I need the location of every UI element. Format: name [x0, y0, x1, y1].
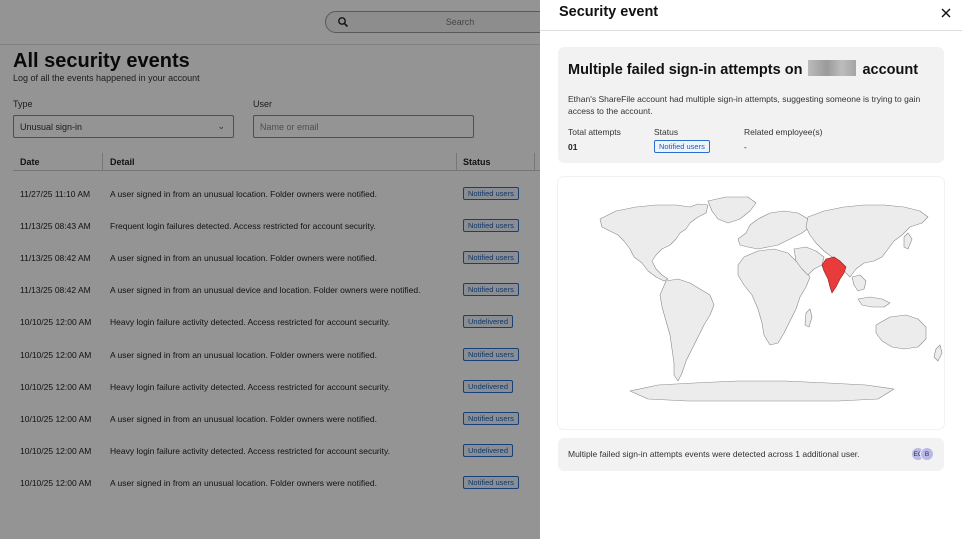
avatar-group[interactable]: EC B	[911, 447, 935, 461]
europe	[737, 210, 811, 250]
new-zealand	[933, 344, 943, 362]
modal-overlay[interactable]	[0, 0, 540, 539]
australia	[875, 314, 927, 350]
world-map-card	[558, 177, 944, 429]
avatar: B	[920, 447, 934, 461]
redacted-account-name	[808, 60, 857, 76]
footer-message: Multiple failed sign-in attempts events …	[568, 449, 860, 459]
related-employees-label: Related employee(s)	[744, 127, 823, 137]
close-icon[interactable]	[940, 7, 952, 19]
status-badge: Notified users	[654, 140, 710, 153]
event-description: Ethan's ShareFile account had multiple s…	[568, 94, 921, 116]
event-heading: Multiple failed sign-in attempts on acco…	[568, 60, 918, 78]
panel-divider	[540, 30, 962, 31]
north-america	[599, 203, 709, 282]
indonesia	[857, 296, 891, 308]
madagascar	[804, 308, 813, 328]
total-attempts-label: Total attempts	[568, 127, 621, 137]
event-heading-suffix: account	[862, 62, 919, 78]
southeast-asia	[851, 274, 867, 292]
greenland	[707, 196, 757, 224]
world-map	[599, 196, 943, 402]
antarctica	[629, 380, 895, 402]
total-attempts-value: 01	[568, 142, 578, 152]
event-summary-card: Multiple failed sign-in attempts on acco…	[558, 47, 944, 163]
security-event-panel: Security event Multiple failed sign-in a…	[540, 0, 962, 539]
south-america	[659, 278, 715, 382]
panel-title: Security event	[559, 4, 659, 20]
event-heading-prefix: Multiple failed sign-in attempts on	[568, 62, 803, 78]
additional-users-card[interactable]: Multiple failed sign-in attempts events …	[558, 438, 944, 471]
status-label: Status	[654, 127, 679, 137]
japan	[903, 232, 913, 250]
related-employees-value: -	[744, 142, 747, 152]
